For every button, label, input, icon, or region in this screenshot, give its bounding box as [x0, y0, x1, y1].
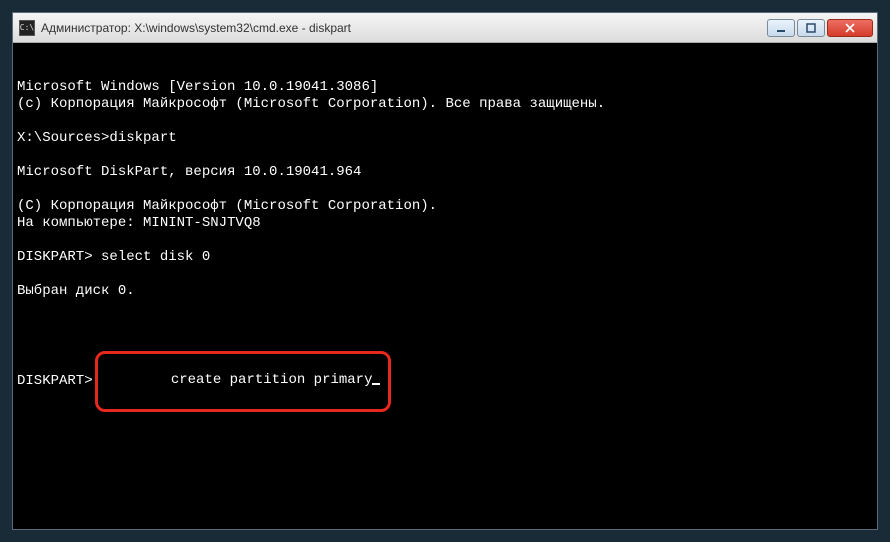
- minimize-icon: [776, 23, 786, 33]
- diskpart-prompt: DISKPART>: [17, 373, 93, 390]
- console-line: (C) Корпорация Майкрософт (Microsoft Cor…: [17, 198, 873, 215]
- console-line: DISKPART> select disk 0: [17, 249, 873, 266]
- maximize-button[interactable]: [797, 19, 825, 37]
- window-controls: [767, 19, 873, 37]
- console-line: [17, 300, 873, 317]
- highlighted-command: create partition primary: [95, 351, 392, 412]
- console-output[interactable]: Microsoft Windows [Version 10.0.19041.30…: [13, 43, 877, 529]
- close-icon: [845, 23, 855, 33]
- current-prompt-line: DISKPART> create partition primary: [17, 351, 873, 412]
- console-line: X:\Sources>diskpart: [17, 130, 873, 147]
- console-line: [17, 147, 873, 164]
- window-title: Администратор: X:\windows\system32\cmd.e…: [41, 21, 767, 35]
- console-line: Microsoft Windows [Version 10.0.19041.30…: [17, 79, 873, 96]
- cmd-icon: C:\: [19, 20, 35, 36]
- titlebar[interactable]: C:\ Администратор: X:\windows\system32\c…: [13, 13, 877, 43]
- console-line: [17, 181, 873, 198]
- console-line: На компьютере: MININT-SNJTVQ8: [17, 215, 873, 232]
- console-line: (c) Корпорация Майкрософт (Microsoft Cor…: [17, 96, 873, 113]
- console-line: [17, 232, 873, 249]
- text-cursor: [372, 383, 380, 385]
- command-text: create partition primary: [171, 372, 373, 388]
- close-button[interactable]: [827, 19, 873, 37]
- cmd-window: C:\ Администратор: X:\windows\system32\c…: [12, 12, 878, 530]
- minimize-button[interactable]: [767, 19, 795, 37]
- maximize-icon: [806, 23, 816, 33]
- console-line: Microsoft DiskPart, версия 10.0.19041.96…: [17, 164, 873, 181]
- console-line: [17, 266, 873, 283]
- console-line: [17, 113, 873, 130]
- console-line: Выбран диск 0.: [17, 283, 873, 300]
